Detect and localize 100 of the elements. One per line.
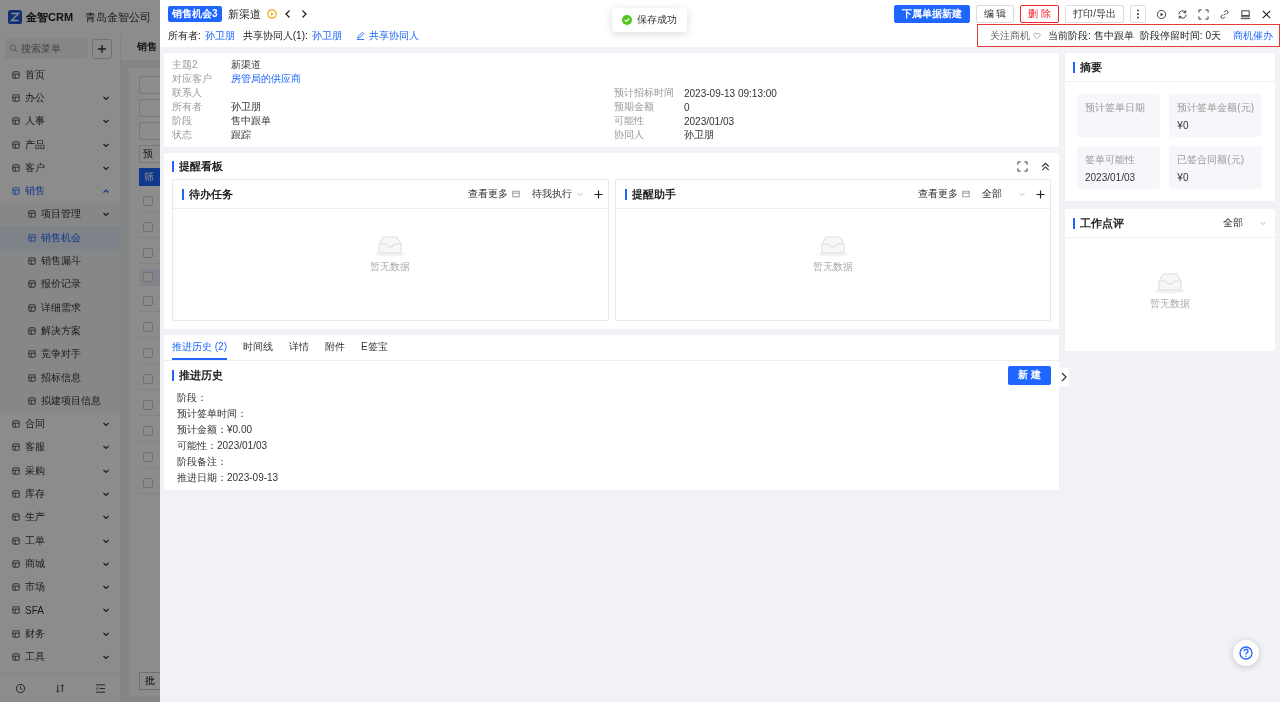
close-icon[interactable] — [1261, 8, 1272, 20]
tab[interactable]: 推进历史 (2) — [172, 335, 227, 360]
row-checkbox[interactable] — [143, 348, 153, 358]
grid-icon — [12, 513, 20, 522]
menu-item[interactable]: 拟建项目信息 — [0, 389, 120, 413]
laptop-icon[interactable] — [1240, 8, 1251, 20]
grid-icon — [12, 93, 20, 102]
history-line: 预计签单时间： — [177, 407, 248, 421]
toast-message: 保存成功 — [637, 13, 677, 27]
menu-item[interactable]: 工具 — [0, 645, 120, 669]
history-line: 推进日期：2023-09-13 — [177, 471, 280, 485]
more-button[interactable] — [1130, 5, 1146, 23]
history-icon[interactable] — [14, 682, 26, 694]
menu-item[interactable]: 采购 — [0, 459, 120, 483]
share-link[interactable]: 共享协同人 — [368, 28, 419, 43]
chevron-icon — [102, 443, 110, 452]
menu-item[interactable]: 首页 — [0, 63, 120, 87]
customer-link[interactable]: 房管局的供应商 — [231, 72, 614, 86]
menu-item[interactable]: 办公 — [0, 86, 120, 110]
menu-item[interactable]: 财务 — [0, 622, 120, 646]
menu-item[interactable]: 报价记录 — [0, 272, 120, 296]
row-checkbox[interactable] — [143, 196, 153, 206]
new-button[interactable]: 新 建 — [1008, 365, 1051, 385]
plus-icon — [97, 43, 107, 54]
row-checkbox[interactable] — [143, 400, 153, 410]
add-icon[interactable] — [593, 189, 603, 199]
tab[interactable]: 时间线 — [243, 335, 273, 360]
tab[interactable]: E签宝 — [361, 335, 388, 360]
row-checkbox[interactable] — [143, 222, 153, 232]
row-checkbox[interactable] — [143, 248, 153, 258]
row-checkbox[interactable] — [143, 322, 153, 332]
grid-icon — [12, 140, 20, 149]
menu-item[interactable]: 人事 — [0, 109, 120, 133]
menu-item[interactable]: 详细需求 — [0, 295, 120, 320]
tab[interactable]: 详情 — [289, 335, 309, 360]
section-title: 摘要 — [1073, 61, 1102, 73]
menu-item[interactable]: 销售 — [0, 179, 120, 203]
chevron-icon — [575, 190, 584, 198]
chevron-icon — [102, 210, 110, 219]
stage-value: 售中跟单 — [1093, 28, 1134, 43]
toolbar-button[interactable]: 编 辑 — [975, 5, 1015, 23]
filter-select[interactable]: 全部 — [1223, 216, 1267, 230]
refresh-icon[interactable] — [1177, 8, 1188, 20]
help-button[interactable] — [1233, 640, 1259, 666]
menu-item[interactable]: 客服 — [0, 435, 120, 460]
shared-user-link[interactable]: 孙卫朋 — [311, 28, 342, 43]
menu-item[interactable]: 销售漏斗 — [0, 249, 120, 273]
section-title: 工作点评 — [1073, 217, 1124, 229]
menu-item[interactable]: 竞争对手 — [0, 342, 120, 366]
owner-link[interactable]: 孙卫朋 — [204, 28, 235, 43]
menu-item[interactable]: 项目管理 — [0, 202, 120, 227]
menu-item[interactable]: 招标信息 — [0, 365, 120, 390]
fullscreen-icon[interactable] — [1017, 160, 1028, 172]
question-icon — [1239, 646, 1253, 660]
row-checkbox[interactable] — [143, 478, 153, 488]
play-icon[interactable] — [1156, 8, 1167, 20]
field-value: 孙卫朋 — [684, 128, 715, 142]
menu-item[interactable]: 合同 — [0, 412, 120, 436]
fullscreen-icon[interactable] — [1198, 8, 1209, 20]
filter-select[interactable]: 全部 — [982, 187, 1026, 201]
pencil-icon[interactable] — [355, 31, 365, 40]
chevron-icon — [102, 490, 110, 498]
filter-button[interactable]: 筛 — [139, 168, 161, 186]
menu-item[interactable]: 解决方案 — [0, 319, 120, 343]
collapse-menu-icon[interactable] — [94, 682, 106, 694]
view-more-link[interactable]: 查看更多 — [467, 187, 508, 201]
menu-item[interactable]: 客户 — [0, 156, 120, 180]
add-icon[interactable] — [1036, 189, 1045, 199]
batch-button[interactable]: 批 — [139, 672, 161, 690]
toolbar-button[interactable]: 下属单据新建 — [893, 5, 970, 23]
menu-item[interactable]: 市场 — [0, 575, 120, 599]
row-checkbox[interactable] — [143, 296, 153, 306]
grid-icon — [28, 233, 36, 242]
filter-select[interactable]: 待我执行 — [531, 187, 584, 201]
add-button[interactable] — [92, 38, 112, 59]
expand-handle[interactable] — [1059, 368, 1069, 386]
collapse-icon[interactable] — [1040, 160, 1051, 172]
menu-item[interactable]: 生产 — [0, 505, 120, 529]
menu-item[interactable]: 工单 — [0, 528, 120, 553]
row-checkbox[interactable] — [143, 452, 153, 462]
row-checkbox[interactable] — [143, 426, 153, 436]
toolbar-button[interactable]: 打印/导出 — [1065, 5, 1124, 23]
menu-item[interactable]: 销售机会 — [0, 226, 120, 250]
grid-icon — [12, 443, 20, 452]
empty-inbox-icon — [1154, 272, 1186, 294]
menu-item[interactable]: SFA — [0, 598, 120, 623]
toolbar-button[interactable]: 删 除 — [1020, 5, 1060, 23]
menu-item[interactable]: 商城 — [0, 552, 120, 576]
menu-item[interactable]: 产品 — [0, 132, 120, 157]
table-row[interactable] — [139, 269, 161, 286]
menu-item[interactable]: 库存 — [0, 482, 120, 506]
row-checkbox[interactable] — [143, 272, 153, 282]
section-title: 推进历史 — [172, 369, 223, 381]
tab[interactable]: 附件 — [325, 335, 345, 360]
urge-link[interactable]: 商机催办 — [1233, 28, 1273, 43]
view-more-link[interactable]: 查看更多 — [918, 187, 958, 201]
tile-label: 签单可能性 — [1085, 153, 1136, 167]
link-icon[interactable] — [1219, 8, 1230, 20]
sort-icon[interactable] — [54, 682, 66, 694]
row-checkbox[interactable] — [143, 374, 153, 384]
